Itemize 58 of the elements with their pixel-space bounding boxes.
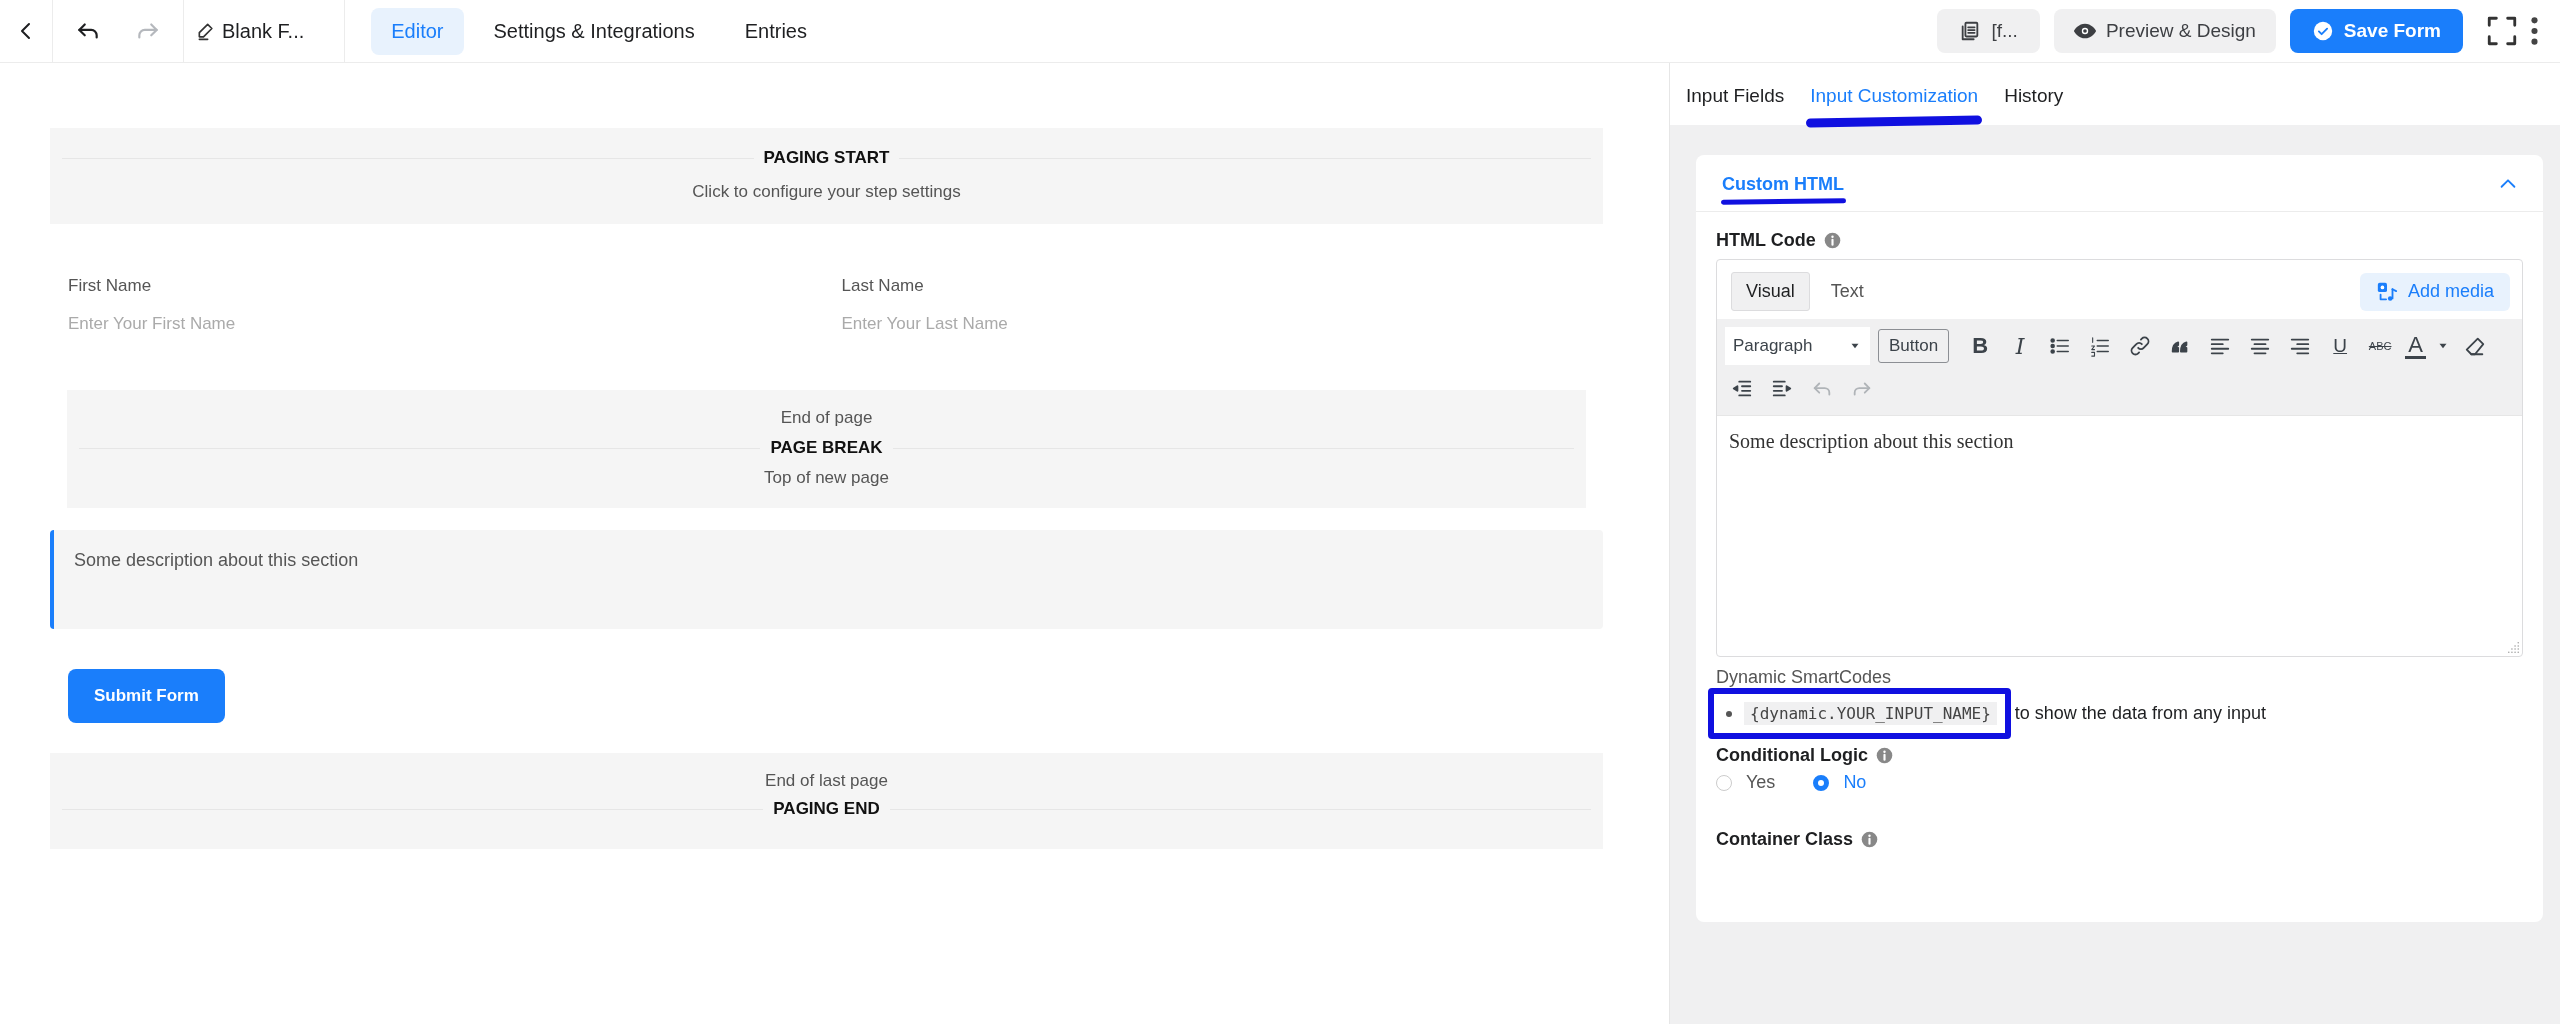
info-icon — [1876, 747, 1893, 764]
info-icon — [1823, 232, 1841, 249]
editor-mode-tab[interactable]: Text — [1815, 272, 1879, 311]
radio-label: No — [1843, 772, 1867, 793]
resize-grip-icon — [2508, 642, 2519, 653]
save-form-button[interactable]: Save Form — [2289, 9, 2463, 53]
field-label: HTML Code — [1716, 230, 1816, 251]
info-icon — [1861, 831, 1879, 848]
text-color-button[interactable]: A — [2403, 328, 2452, 364]
paging-start-hint: Click to configure your step settings — [692, 182, 961, 202]
smartcode: {dynamic.YOUR_INPUT_NAME} — [1744, 702, 1997, 725]
section-title[interactable]: Custom HTML — [1722, 173, 1844, 194]
add-media-button[interactable]: Add media — [2359, 272, 2510, 311]
shortcode-button[interactable]: [f... — [1937, 9, 2040, 53]
underline-button[interactable]: U — [2323, 328, 2358, 364]
panel-tab[interactable]: History — [2004, 77, 2064, 107]
field-label: Conditional Logic — [1716, 745, 1868, 766]
custom-html-block[interactable]: Some description about this section — [50, 530, 1603, 629]
smartcodes-heading: Dynamic SmartCodes — [1716, 667, 1893, 688]
eraser-icon — [2463, 335, 2486, 357]
link-icon — [2129, 335, 2152, 357]
radio-button[interactable] — [1813, 774, 1830, 791]
bold-button[interactable]: B — [1963, 328, 1998, 364]
paging-end-hint: End of last page — [765, 771, 888, 791]
page-break-block[interactable]: End of page PAGE BREAK Top of new page — [67, 390, 1586, 508]
media-icon — [2375, 280, 2398, 303]
smartcode-description: to show the data from any input — [2014, 703, 2266, 724]
editor-text[interactable]: Some description about this section — [1729, 430, 2014, 452]
bullet-icon — [1726, 710, 1732, 717]
bulleted-list-icon — [2049, 335, 2072, 357]
field-label: First Name — [68, 276, 153, 296]
format-dropdown[interactable]: Paragraph — [1725, 327, 1870, 365]
fullscreen-icon — [2485, 14, 2519, 48]
panel-tab[interactable]: Input Fields — [1686, 77, 1785, 107]
numbered-list-icon — [2089, 335, 2112, 357]
field-label: Container Class — [1716, 829, 1854, 850]
italic-button[interactable]: I — [2003, 328, 2038, 364]
insert-button-button[interactable]: Button — [1878, 329, 1950, 363]
radio-button[interactable] — [1716, 774, 1732, 791]
form-title[interactable]: Blank F... — [222, 19, 305, 43]
editor-mode-tab[interactable]: Visual — [1731, 272, 1810, 311]
text-field[interactable]: Enter Your Last Name — [841, 314, 1511, 334]
pen-icon — [196, 21, 216, 41]
panel-tab[interactable]: Input Customization — [1810, 77, 1979, 107]
nav-tab[interactable]: Entries — [724, 7, 827, 55]
paging-end-block[interactable]: End of last page PAGING END — [50, 753, 1603, 849]
submit-form-button[interactable]: Submit Form — [68, 669, 225, 723]
more-icon — [2531, 17, 2538, 45]
page-break-hint: Top of new page — [764, 468, 889, 488]
text-field[interactable]: Enter Your First Name — [68, 314, 738, 334]
paging-start-block[interactable]: PAGING START Click to configure your step settings — [50, 128, 1603, 224]
check-circle-icon — [2311, 20, 2334, 42]
page-break-hint: End of page — [780, 408, 873, 428]
radio-label: Yes — [1746, 772, 1776, 793]
strikethrough-button[interactable]: ABC — [2363, 328, 2398, 364]
nav-tab[interactable]: Settings & Integrations — [473, 7, 715, 55]
field-label: Last Name — [841, 276, 925, 296]
preview-button[interactable]: Preview & Design — [2053, 9, 2276, 53]
